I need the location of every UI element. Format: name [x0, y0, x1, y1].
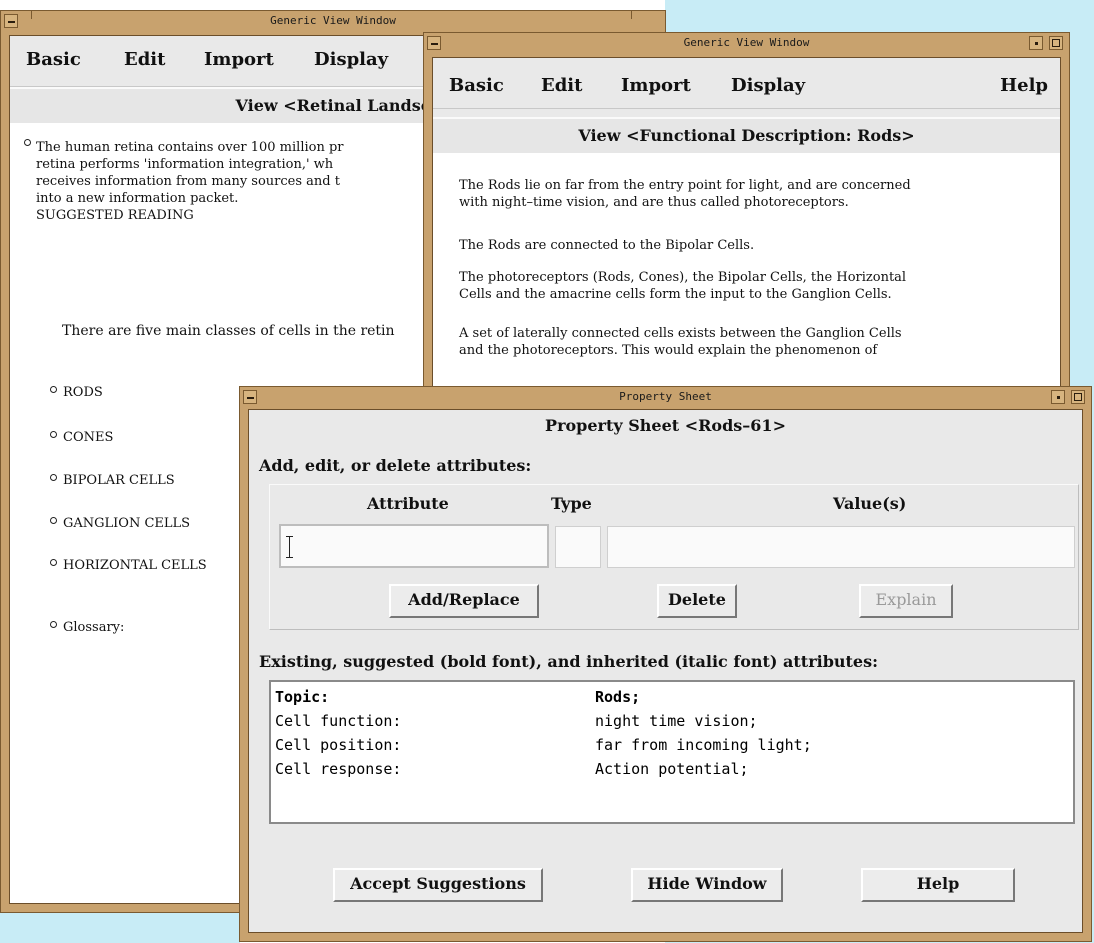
bullet-ganglion-cells[interactable]: GANGLION CELLS: [50, 516, 190, 531]
text-cursor-icon: [289, 536, 290, 558]
accept-suggestions-button[interactable]: Accept Suggestions: [333, 868, 543, 902]
list-item[interactable]: Cell function:: [275, 712, 401, 730]
window-titlebar[interactable]: Generic View Window: [424, 33, 1069, 55]
menu-basic[interactable]: Basic: [449, 75, 504, 96]
delete-button[interactable]: Delete: [657, 584, 737, 618]
menu-import[interactable]: Import: [204, 49, 274, 70]
bullet-icon: [24, 139, 31, 146]
menu-edit[interactable]: Edit: [541, 75, 582, 96]
window-titlebar[interactable]: Generic View Window: [1, 11, 665, 33]
menu-display[interactable]: Display: [314, 49, 388, 70]
minimize-icon[interactable]: [1029, 36, 1043, 50]
list-item-value: Action potential;: [595, 760, 749, 778]
paragraph-rods-position: The Rods lie on far from the entry point…: [459, 178, 911, 210]
text-cursor-icon-bottom: [286, 557, 293, 558]
window-body: Property Sheet <Rods–61> Add, edit, or d…: [248, 409, 1083, 933]
column-header-attribute: Attribute: [367, 494, 449, 513]
edit-attributes-label: Add, edit, or delete attributes:: [259, 456, 532, 475]
column-header-type: Type: [551, 494, 592, 513]
bullet-icon: [50, 386, 57, 393]
menu-help[interactable]: Help: [1000, 75, 1048, 96]
bullet-icon: [50, 559, 57, 566]
property-sheet-window: Property Sheet Property Sheet <Rods–61> …: [239, 386, 1092, 942]
bullet-icon: [50, 517, 57, 524]
explain-button[interactable]: Explain: [859, 584, 953, 618]
attribute-input[interactable]: [279, 524, 549, 568]
desktop-background-bottom: [0, 912, 240, 943]
bullet-horizontal-cells[interactable]: HORIZONTAL CELLS: [50, 558, 207, 573]
bullet-icon: [50, 431, 57, 438]
bullet-cones[interactable]: CONES: [50, 430, 113, 445]
minimize-icon[interactable]: [1051, 390, 1065, 404]
text-cursor-icon-top: [286, 536, 293, 537]
attributes-list[interactable]: Topic: Rods; Cell function: night time v…: [269, 680, 1075, 824]
frame-corner-mark: [631, 11, 632, 19]
bullet-glossary[interactable]: Glossary:: [50, 620, 124, 635]
view-header: View <Functional Description: Rods>: [433, 117, 1060, 154]
paragraph-photoreceptors: The photoreceptors (Rods, Cones), the Bi…: [459, 270, 907, 302]
bullet-rods[interactable]: RODS: [50, 385, 103, 400]
menu-bar: Basic Edit Import Display Help: [433, 58, 1060, 109]
values-input[interactable]: [607, 526, 1075, 568]
window-title: Generic View Window: [270, 14, 396, 27]
list-item[interactable]: Cell response:: [275, 760, 401, 778]
bullet-icon: [50, 474, 57, 481]
generic-view-window-rods: Generic View Window Basic Edit Import Di…: [423, 32, 1070, 400]
window-title: Property Sheet: [619, 390, 712, 403]
list-item-value: Rods;: [595, 688, 641, 706]
property-sheet-heading: Property Sheet <Rods–61>: [545, 416, 786, 435]
list-item[interactable]: Cell position:: [275, 736, 401, 754]
maximize-icon[interactable]: [1071, 390, 1085, 404]
frame-corner-mark: [31, 11, 32, 19]
type-input[interactable]: [555, 526, 601, 568]
bullet-bipolar-cells[interactable]: BIPOLAR CELLS: [50, 473, 175, 488]
list-item[interactable]: Topic:: [275, 688, 329, 706]
menu-edit[interactable]: Edit: [124, 49, 165, 70]
help-button[interactable]: Help: [861, 868, 1015, 902]
menu-import[interactable]: Import: [621, 75, 691, 96]
window-title: Generic View Window: [683, 36, 810, 49]
add-replace-button[interactable]: Add/Replace: [389, 584, 539, 618]
hide-window-button[interactable]: Hide Window: [631, 868, 783, 902]
window-titlebar[interactable]: Property Sheet: [240, 387, 1091, 409]
view-content: The Rods lie on far from the entry point…: [433, 153, 1060, 390]
list-item-value: night time vision;: [595, 712, 758, 730]
column-header-values: Value(s): [833, 494, 907, 513]
paragraph-rods-connection: The Rods are connected to the Bipolar Ce…: [459, 238, 755, 253]
menu-display[interactable]: Display: [731, 75, 805, 96]
menu-basic[interactable]: Basic: [26, 49, 81, 70]
classes-text: There are five main classes of cells in …: [62, 323, 395, 339]
list-item-value: far from incoming light;: [595, 736, 812, 754]
existing-attributes-label: Existing, suggested (bold font), and inh…: [259, 652, 879, 671]
maximize-icon[interactable]: [1049, 36, 1063, 50]
window-body: Basic Edit Import Display Help View <Fun…: [432, 57, 1061, 391]
bullet-icon: [50, 621, 57, 628]
paragraph-lateral-cells: A set of laterally connected cells exist…: [459, 326, 902, 358]
